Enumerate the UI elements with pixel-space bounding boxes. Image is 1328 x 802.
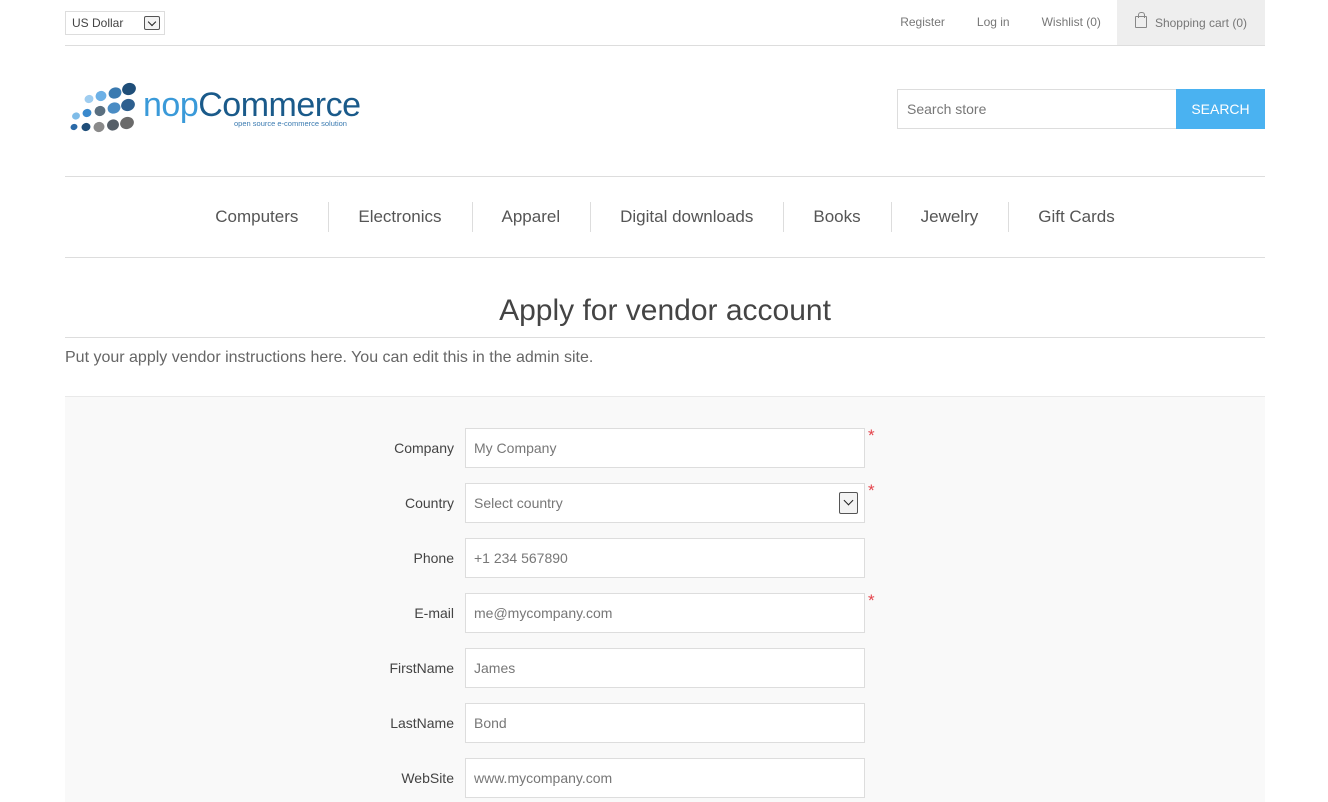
menu-item-computers[interactable]: Computers [185,202,328,232]
menu-item-apparel[interactable]: Apparel [471,202,591,232]
menu-item-gift-cards[interactable]: Gift Cards [1008,202,1145,232]
wishlist-link[interactable]: Wishlist (0) [1026,0,1117,45]
last-name-label: LastName [390,715,454,731]
first-name-label: FirstName [389,660,454,676]
country-select-value: Select country [474,495,563,511]
logo-dots-icon [70,82,136,133]
currency-select[interactable]: US Dollar [65,11,165,35]
vendor-instructions: Put your apply vendor instructions here.… [65,349,594,366]
company-field[interactable]: My Company [465,428,865,468]
email-field[interactable]: me@mycompany.com [465,593,865,633]
header-upper: US Dollar Register Log in Wishlist (0) S… [65,0,1265,46]
register-link[interactable]: Register [884,0,961,45]
menu-item-books[interactable]: Books [783,202,890,232]
menu-item-electronics[interactable]: Electronics [328,202,471,232]
shopping-bag-icon [1134,11,1147,28]
last-name-field[interactable]: Bond [465,703,865,743]
menu-item-digital-downloads[interactable]: Digital downloads [590,202,783,232]
phone-field[interactable]: +1 234 567890 [465,538,865,578]
store-logo[interactable]: nopCommerce open source e-commerce solut… [68,80,370,134]
search-button[interactable]: SEARCH [1176,89,1265,129]
company-label: Company [394,440,454,456]
first-name-field[interactable]: James [465,648,865,688]
top-menu: Computers Electronics Apparel Digital do… [65,176,1265,258]
required-star: * [868,426,875,445]
website-label: WebSite [401,770,454,786]
search-input[interactable]: Search store [897,89,1177,129]
shopping-cart-label: Shopping cart (0) [1154,15,1247,30]
required-star: * [868,591,875,610]
header-links: Register Log in Wishlist (0) Shopping ca… [884,0,1265,45]
shopping-cart-link[interactable]: Shopping cart (0) [1116,0,1265,45]
email-label: E-mail [414,605,454,621]
vendor-form: Company My Company * Country Select coun… [65,396,1265,802]
required-star: * [868,481,875,500]
website-field[interactable]: www.mycompany.com [465,758,865,798]
country-select[interactable]: Select country [465,483,865,523]
page-title: Apply for vendor account [65,292,1265,338]
menu-item-jewelry[interactable]: Jewelry [890,202,1009,232]
country-label: Country [404,495,454,511]
phone-label: Phone [413,550,454,566]
currency-value: US Dollar [72,16,124,30]
chevron-down-icon[interactable] [839,492,858,514]
login-link[interactable]: Log in [961,0,1026,45]
logo-tagline: open source e-commerce solution [234,119,347,128]
chevron-down-icon[interactable] [144,16,160,30]
logo-text-prefix: nop [143,86,199,124]
